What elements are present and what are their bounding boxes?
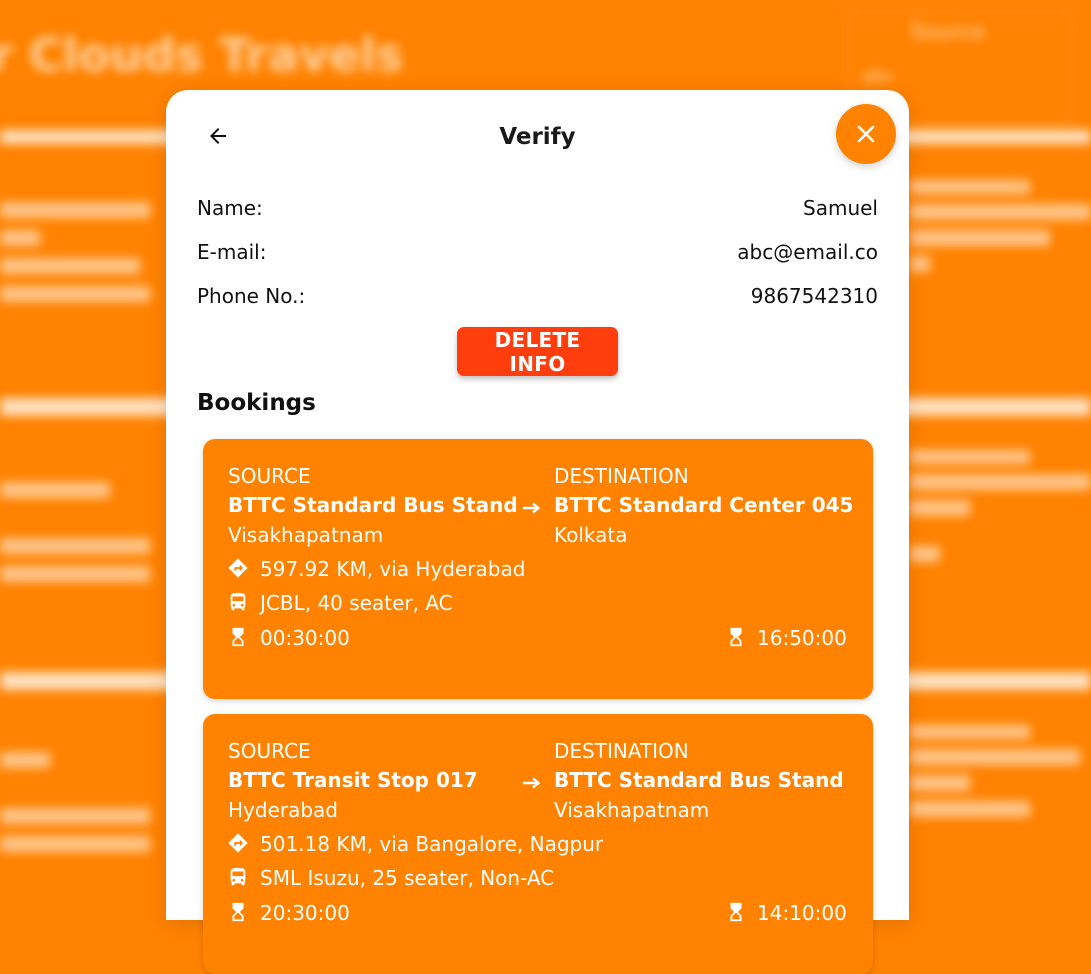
destination-label: DESTINATION [554,739,689,763]
destination-name: BTTC Standard Bus Stand [554,768,844,792]
source-name: BTTC Standard Bus Stand [228,493,518,517]
bus-icon [230,592,246,611]
background-card-text [0,190,160,340]
booking-card[interactable]: SOURCE BTTC Transit Stop 017 Hyderabad D… [203,714,873,974]
arrow-right-icon [522,502,541,514]
email-value: abc@email.co [737,240,878,264]
source-city: Hyderabad [228,798,338,822]
hourglass-icon [232,627,244,647]
source-city: Visakhapatnam [228,523,384,547]
route-text: 501.18 KM, via Bangalore, Nagpur [260,832,604,856]
phone-row: Phone No.: 9867542310 [197,281,878,311]
bus-text: JCBL, 40 seater, AC [260,591,453,615]
bus-icon [230,867,246,886]
close-icon [857,125,875,143]
name-row: Name: Samuel [197,193,878,223]
name-value: Samuel [803,196,878,220]
bus-text: SML Isuzu, 25 seater, Non-AC [260,866,555,890]
source-name: BTTC Transit Stop 017 [228,768,478,792]
background-card-text [910,715,1091,865]
phone-value: 9867542310 [750,284,878,308]
source-label: SOURCE [228,464,311,488]
arrival-time: 16:50:00 [757,626,847,650]
directions-icon [228,833,248,853]
hourglass-icon [730,627,742,647]
arrow-right-icon [522,777,541,789]
hourglass-icon [730,902,742,922]
destination-city: Visakhapatnam [554,798,710,822]
arrival-time: 14:10:00 [757,901,847,925]
name-label: Name: [197,196,263,220]
hourglass-icon [232,902,244,922]
background-card-text [910,170,1091,320]
background-search-value: abc [862,66,895,87]
destination-name: BTTC Standard Center 045 [554,493,854,517]
phone-label: Phone No.: [197,284,306,308]
background-card-text [0,740,160,890]
email-row: E-mail: abc@email.co [197,237,878,267]
departure-time: 00:30:00 [260,626,350,650]
delete-info-button[interactable]: DELETE INFO [457,327,618,376]
directions-icon [228,558,248,578]
background-app-title: r Clouds Travels [0,28,404,82]
booking-card[interactable]: SOURCE BTTC Standard Bus Stand Visakhapa… [203,439,873,699]
route-text: 597.92 KM, via Hyderabad [260,557,526,581]
destination-city: Kolkata [554,523,628,547]
departure-time: 20:30:00 [260,901,350,925]
email-label: E-mail: [197,240,267,264]
close-button[interactable] [836,104,896,164]
background-card-text [910,440,1091,590]
source-label: SOURCE [228,739,311,763]
background-card-text [0,470,160,620]
dialog-title: Verify [499,124,576,150]
verify-dialog: Verify Name: Samuel E-mail: abc@email.co… [166,90,909,974]
destination-label: DESTINATION [554,464,689,488]
background-search-label: Source [910,20,986,45]
bookings-heading: Bookings [197,390,316,416]
